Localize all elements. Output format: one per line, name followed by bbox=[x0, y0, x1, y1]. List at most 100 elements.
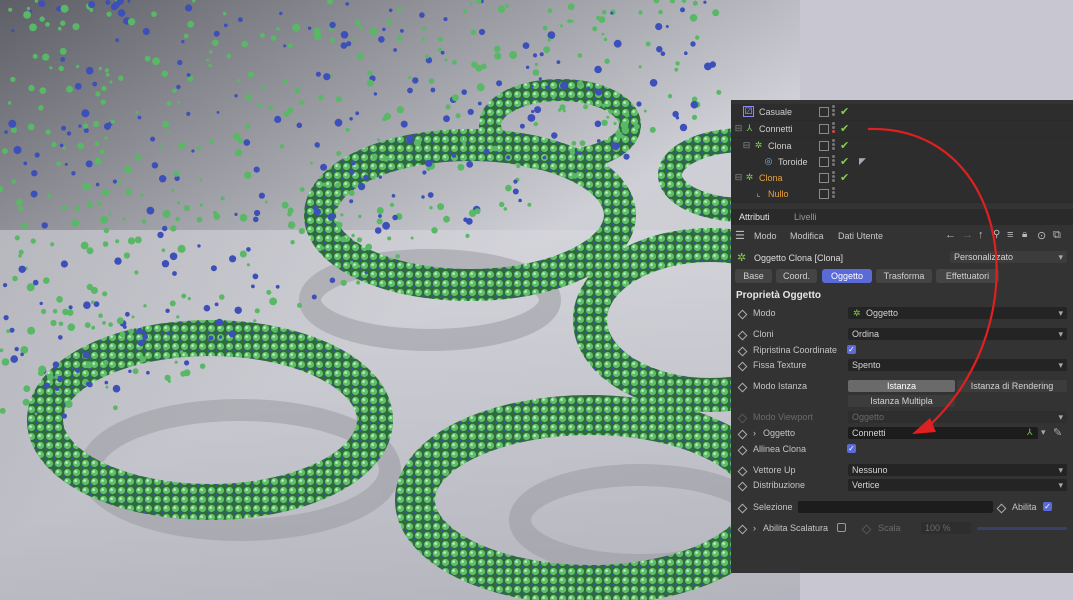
arrow-left-icon[interactable]: ← bbox=[945, 229, 956, 241]
visibility-tag-icon[interactable] bbox=[819, 157, 829, 167]
enabled-check-icon[interactable]: ✔ bbox=[840, 139, 849, 152]
dropdown-arrow-icon[interactable]: ▾ bbox=[1041, 427, 1046, 438]
selezione-field[interactable] bbox=[798, 501, 993, 513]
visibility-tag-icon[interactable] bbox=[819, 141, 829, 151]
om-row-clona[interactable]: ⊟ ✲ Clona ✔ bbox=[731, 138, 1073, 155]
keyframe-diamond-icon[interactable] bbox=[737, 429, 748, 440]
enabled-check-icon[interactable]: ✔ bbox=[840, 105, 849, 118]
modo-dropdown[interactable]: ✲ Oggetto bbox=[848, 307, 1067, 319]
particle-sphere bbox=[212, 39, 219, 47]
particle-sphere bbox=[136, 327, 144, 335]
keyframe-diamond-icon[interactable] bbox=[737, 346, 748, 357]
particle-sphere bbox=[177, 59, 183, 66]
search-icon[interactable]: ⚲ bbox=[993, 229, 1000, 240]
enabled-check-icon[interactable]: ✔ bbox=[840, 155, 849, 168]
subtab-coord[interactable]: Coord. bbox=[776, 269, 817, 283]
visibility-tag-icon[interactable] bbox=[819, 173, 829, 183]
particle-sphere bbox=[320, 163, 328, 171]
menu-dati-utente[interactable]: Dati Utente bbox=[838, 231, 883, 241]
tab-attributi[interactable]: Attributi bbox=[739, 212, 770, 222]
istanza-option[interactable]: Istanza bbox=[848, 380, 955, 392]
menu-modo[interactable]: Modo bbox=[754, 231, 777, 241]
particle-sphere bbox=[503, 207, 508, 211]
fissa-texture-label: Fissa Texture bbox=[753, 360, 807, 370]
particle-sphere bbox=[463, 9, 467, 14]
expand-minus-icon[interactable]: ⊟ bbox=[733, 123, 744, 134]
allinea-clona-checkbox[interactable]: ✓ bbox=[847, 444, 856, 453]
arrow-right-icon[interactable]: → bbox=[962, 229, 973, 241]
expand-minus-icon[interactable]: ⊟ bbox=[741, 140, 752, 151]
particle-sphere bbox=[61, 413, 67, 419]
visibility-tag-icon[interactable] bbox=[819, 189, 829, 199]
particle-sphere bbox=[606, 115, 610, 119]
hamburger-menu-icon[interactable]: ☰ bbox=[735, 229, 745, 242]
keyframe-diamond-icon[interactable] bbox=[737, 445, 748, 456]
preset-dropdown[interactable]: Personalizzato bbox=[950, 251, 1067, 263]
istanza-rendering-option[interactable]: Istanza di Rendering bbox=[957, 380, 1067, 392]
cloni-dropdown[interactable]: Ordina bbox=[848, 328, 1067, 340]
lock-icon[interactable]: 🔒︎ bbox=[1022, 229, 1027, 240]
om-row-connetti[interactable]: ⊟ ⅄ Connetti ✔ bbox=[731, 121, 1073, 138]
particle-sphere bbox=[134, 236, 142, 244]
subtab-effettuatori[interactable]: Effettuatori bbox=[936, 269, 999, 283]
enabled-check-icon[interactable]: ✔ bbox=[840, 122, 849, 135]
particle-sphere bbox=[203, 304, 211, 312]
keyframe-diamond-icon[interactable] bbox=[737, 361, 748, 372]
material-tag-icon[interactable]: ◤ bbox=[857, 156, 868, 167]
particle-sphere bbox=[542, 155, 547, 160]
expand-arrow-icon[interactable]: › bbox=[753, 523, 756, 533]
vettore-up-label: Vettore Up bbox=[753, 465, 796, 475]
keyframe-diamond-icon[interactable] bbox=[737, 466, 748, 477]
keyframe-diamond-icon[interactable] bbox=[737, 503, 748, 514]
particle-sphere bbox=[68, 305, 73, 310]
layer-dots-icon[interactable] bbox=[832, 139, 836, 152]
particle-sphere bbox=[283, 44, 287, 48]
particle-sphere bbox=[229, 255, 237, 263]
keyframe-diamond-icon[interactable] bbox=[737, 330, 748, 341]
vettore-up-dropdown[interactable]: Nessuno bbox=[848, 464, 1067, 476]
expand-arrow-icon[interactable]: › bbox=[753, 428, 756, 438]
subtab-trasforma[interactable]: Trasforma bbox=[876, 269, 932, 283]
particle-sphere bbox=[175, 216, 180, 222]
filter-icon[interactable]: ≡ bbox=[1007, 229, 1013, 241]
particle-sphere bbox=[174, 360, 178, 364]
enabled-check-icon[interactable]: ✔ bbox=[840, 171, 849, 184]
particle-sphere bbox=[645, 41, 651, 47]
layer-dots-icon[interactable] bbox=[832, 122, 836, 135]
keyframe-diamond-icon[interactable] bbox=[737, 382, 748, 393]
layer-dots-icon[interactable] bbox=[832, 187, 836, 200]
distribuzione-dropdown[interactable]: Vertice bbox=[848, 479, 1067, 491]
new-window-icon[interactable]: ⧉ bbox=[1053, 229, 1061, 242]
subtab-oggetto[interactable]: Oggetto bbox=[822, 269, 872, 283]
ripristina-checkbox[interactable]: ✓ bbox=[847, 345, 856, 354]
om-row-clona-selected[interactable]: ⊟ ✲ Clona ✔ bbox=[731, 170, 1073, 187]
subtab-base[interactable]: Base bbox=[735, 269, 772, 283]
particle-sphere bbox=[77, 142, 84, 150]
abilita-checkbox[interactable]: ✓ bbox=[1043, 502, 1052, 511]
arrow-up-icon[interactable]: ↑ bbox=[978, 229, 984, 241]
pick-pipette-icon[interactable]: ✎ bbox=[1053, 426, 1062, 439]
layer-dots-icon[interactable] bbox=[832, 155, 836, 168]
visibility-tag-icon[interactable] bbox=[819, 124, 829, 134]
particle-sphere bbox=[10, 76, 16, 83]
om-row-nullo[interactable]: ⌞ Nullo bbox=[731, 186, 1073, 203]
particle-sphere bbox=[392, 214, 398, 221]
keyframe-diamond-icon[interactable] bbox=[737, 481, 748, 492]
abilita-scalatura-checkbox[interactable] bbox=[837, 523, 846, 532]
om-row-toroide[interactable]: ◎ Toroide ✔ ◤ bbox=[731, 154, 1073, 171]
particle-sphere bbox=[649, 79, 658, 87]
fissa-texture-dropdown[interactable]: Spento bbox=[848, 359, 1067, 371]
keyframe-diamond-icon[interactable] bbox=[737, 309, 748, 320]
expand-minus-icon[interactable]: ⊟ bbox=[733, 172, 744, 183]
keyframe-diamond-icon[interactable] bbox=[996, 503, 1007, 514]
om-row-casuale[interactable]: ⚂ Casuale ✔ bbox=[731, 104, 1073, 121]
layer-dots-icon[interactable] bbox=[832, 105, 836, 118]
istanza-multipla-option[interactable]: Istanza Multipla bbox=[848, 395, 955, 407]
menu-modifica[interactable]: Modifica bbox=[790, 231, 824, 241]
layer-dots-icon[interactable] bbox=[832, 171, 836, 184]
history-icon[interactable]: ⊙ bbox=[1037, 229, 1046, 242]
keyframe-diamond-icon[interactable] bbox=[737, 524, 748, 535]
visibility-tag-icon[interactable] bbox=[819, 107, 829, 117]
oggetto-link-field[interactable]: Connetti bbox=[848, 427, 1038, 439]
tab-livelli[interactable]: Livelli bbox=[794, 212, 817, 222]
